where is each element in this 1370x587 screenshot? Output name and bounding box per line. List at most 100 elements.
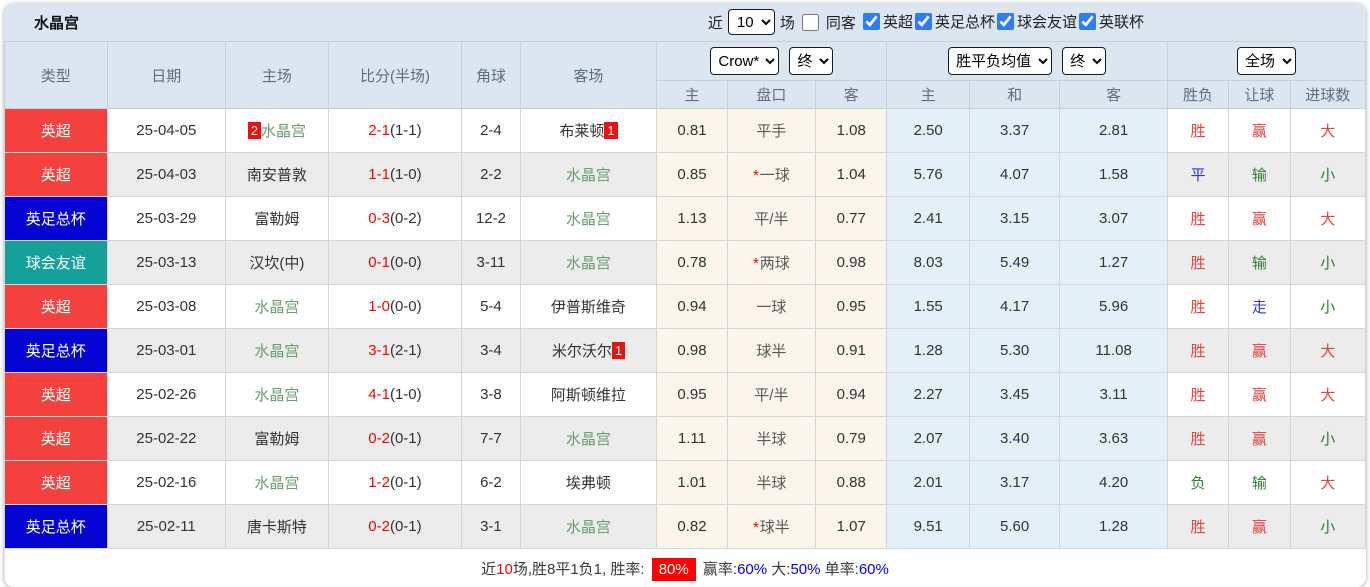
avg-draw-odds: 3.45 xyxy=(969,373,1059,417)
goals-value: 小 xyxy=(1290,241,1365,285)
table-row: 英足总杯 25-02-11 唐卡斯特 0-2(0-1) 3-1 水晶宫 0.82… xyxy=(5,505,1366,549)
avg-draw-odds: 3.15 xyxy=(969,197,1059,241)
match-score: 1-0(0-0) xyxy=(328,285,462,329)
away-team: 阿斯顿维拉 xyxy=(520,373,657,417)
avg-away-odds: 1.27 xyxy=(1060,241,1168,285)
fulltime-score: 1-0 xyxy=(368,298,390,315)
corners-value: 5-4 xyxy=(462,285,520,329)
home-team: 富勒姆 xyxy=(226,197,329,241)
result-value: 负 xyxy=(1167,461,1228,505)
halftime-score: (0-1) xyxy=(390,518,422,535)
avg-away-odds: 11.08 xyxy=(1060,329,1168,373)
avg-home-odds: 2.01 xyxy=(887,461,969,505)
team-name: 富勒姆 xyxy=(254,211,299,228)
league-badge: 英超 xyxy=(5,285,108,329)
team-name: 布莱顿 xyxy=(559,123,604,140)
halftime-score: (1-0) xyxy=(390,386,422,403)
match-date: 25-03-29 xyxy=(107,197,226,241)
home-team: 汉坎(中) xyxy=(226,241,329,285)
halftime-score: (0-0) xyxy=(390,254,422,271)
period-select[interactable]: 全场 xyxy=(1237,47,1296,75)
avg-away-odds: 3.11 xyxy=(1060,373,1168,417)
near-label: 近 xyxy=(708,12,723,33)
avg-odds-select[interactable]: 胜平负均值 xyxy=(948,47,1052,75)
goals-value: 小 xyxy=(1290,417,1365,461)
handicap-home-odds: 0.78 xyxy=(657,241,727,285)
halftime-score: (1-1) xyxy=(390,122,422,139)
home-team: 水晶宫 xyxy=(226,329,329,373)
subcol-goals: 进球数 xyxy=(1290,81,1365,109)
league-filter-label: 球会友谊 xyxy=(1017,11,1077,32)
league-checkbox[interactable] xyxy=(863,13,880,30)
summary-segment: 近 xyxy=(481,561,496,578)
handicap-line: *球半 xyxy=(727,505,815,549)
fulltime-score: 1-2 xyxy=(368,474,390,491)
handicap-line: *一球 xyxy=(727,153,815,197)
league-checkbox[interactable] xyxy=(997,13,1014,30)
league-filter[interactable]: 英超 xyxy=(861,11,913,32)
goals-value: 小 xyxy=(1290,285,1365,329)
match-date: 25-03-01 xyxy=(107,329,226,373)
league-filter[interactable]: 球会友谊 xyxy=(995,11,1077,32)
handicap-home-odds: 1.11 xyxy=(657,417,727,461)
subcol-result: 胜负 xyxy=(1167,81,1228,109)
away-team: 水晶宫 xyxy=(520,241,657,285)
subcol-let: 让球 xyxy=(1229,81,1290,109)
result-value: 胜 xyxy=(1167,329,1228,373)
rank-badge: 1 xyxy=(612,342,625,359)
away-team: 米尔沃尔1 xyxy=(520,329,657,373)
handicap-line: *两球 xyxy=(727,241,815,285)
match-date: 25-04-05 xyxy=(107,109,226,153)
result-value: 胜 xyxy=(1167,241,1228,285)
avg-away-odds: 1.58 xyxy=(1060,153,1168,197)
let-value: 赢 xyxy=(1229,505,1290,549)
corners-value: 12-2 xyxy=(462,197,520,241)
team-name: 埃弗顿 xyxy=(566,475,611,492)
league-filter[interactable]: 英足总杯 xyxy=(913,11,995,32)
team-name: 水晶宫 xyxy=(566,167,611,184)
away-team: 布莱顿1 xyxy=(520,109,657,153)
bookmaker-select[interactable]: Crow* xyxy=(710,47,779,75)
fulltime-score: 0-2 xyxy=(368,430,390,447)
match-date: 25-02-16 xyxy=(107,461,226,505)
team-name: 富勒姆 xyxy=(254,431,299,448)
league-badge: 英超 xyxy=(5,109,108,153)
fulltime-score: 2-1 xyxy=(368,122,390,139)
line-text: 平/半 xyxy=(754,211,788,228)
league-badge: 英足总杯 xyxy=(5,329,108,373)
filters-group: 近 10 场 同客 英超英足总杯球会友谊英联杯 xyxy=(708,9,1144,35)
league-badge: 英超 xyxy=(5,153,108,197)
table-row: 英超 25-04-05 2水晶宫 2-1(1-1) 2-4 布莱顿1 0.81 … xyxy=(5,109,1366,153)
recent-count-select[interactable]: 10 xyxy=(728,9,775,35)
avg-draw-odds: 5.30 xyxy=(969,329,1059,373)
corners-value: 2-2 xyxy=(462,153,520,197)
team-name: 汉坎(中) xyxy=(249,255,304,272)
league-checkbox[interactable] xyxy=(1079,13,1096,30)
away-team: 水晶宫 xyxy=(520,417,657,461)
avg-home-odds: 2.41 xyxy=(887,197,969,241)
match-score: 3-1(2-1) xyxy=(328,329,462,373)
handicap-time-select[interactable]: 终 xyxy=(789,47,833,75)
match-stats-panel: 水晶宫 近 10 场 同客 英超英足总杯球会友谊英联杯 类型 日期 主场 比分(… xyxy=(4,3,1366,587)
result-value: 平 xyxy=(1167,153,1228,197)
avg-time-select[interactable]: 终 xyxy=(1062,47,1106,75)
corners-value: 3-8 xyxy=(462,373,520,417)
rank-badge: 2 xyxy=(248,122,261,139)
home-team: 唐卡斯特 xyxy=(226,505,329,549)
same-opponent-checkbox[interactable] xyxy=(802,14,819,31)
handicap-away-odds: 0.98 xyxy=(816,241,887,285)
league-checkbox[interactable] xyxy=(915,13,932,30)
summary-segment: 大: xyxy=(767,561,790,578)
league-filter[interactable]: 英联杯 xyxy=(1077,11,1144,32)
avg-draw-odds: 4.07 xyxy=(969,153,1059,197)
team-title: 水晶宫 xyxy=(4,12,79,33)
table-row: 英超 25-04-03 南安普敦 1-1(1-0) 2-2 水晶宫 0.85 *… xyxy=(5,153,1366,197)
home-team: 水晶宫 xyxy=(226,461,329,505)
match-score: 1-2(0-1) xyxy=(328,461,462,505)
table-row: 英足总杯 25-03-29 富勒姆 0-3(0-2) 12-2 水晶宫 1.13… xyxy=(5,197,1366,241)
fulltime-score: 3-1 xyxy=(368,342,390,359)
team-name: 阿斯顿维拉 xyxy=(551,387,626,404)
league-badge: 英足总杯 xyxy=(5,505,108,549)
home-team: 水晶宫 xyxy=(226,373,329,417)
table-row: 英超 25-02-26 水晶宫 4-1(1-0) 3-8 阿斯顿维拉 0.95 … xyxy=(5,373,1366,417)
